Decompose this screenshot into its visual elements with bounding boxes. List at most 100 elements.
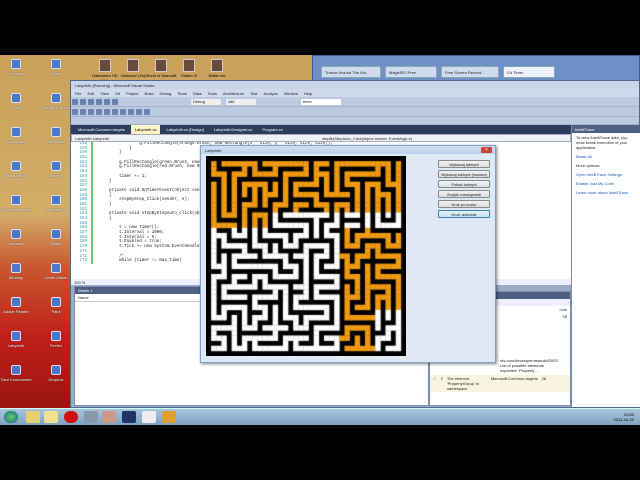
menu-item-test[interactable]: Test [250, 91, 257, 96]
find-input[interactable]: timer [301, 99, 341, 105]
notepad-taskbar-icon[interactable] [142, 411, 156, 423]
step-auto-button[interactable]: Krok: automat [438, 210, 490, 218]
app-icon [11, 331, 21, 341]
app-taskbar-icon[interactable] [102, 411, 116, 423]
tab-common-targets[interactable]: Microsoft.Common.targets [74, 125, 129, 134]
network-taskbar-icon[interactable] [84, 411, 98, 423]
browser-tab[interactable]: Trance Around The Wo... [321, 66, 381, 78]
code-text: } [99, 179, 112, 184]
desktop-icon[interactable]: Paint [38, 297, 74, 314]
intellitrace-title: IntelliTrace [572, 125, 640, 133]
desktop-icon[interactable]: Winamp [0, 263, 34, 280]
desktop-icon[interactable]: Trash [0, 93, 34, 110]
code-text: { [99, 217, 112, 221]
tab-labyrinth-design[interactable]: Labyrinth.cs [Design] [162, 125, 207, 134]
app-icon [11, 263, 21, 273]
labyrinth-form: Labyrinth × Wykonaj labirynt Wykonaj lab… [200, 145, 496, 363]
tab-labyrinth-cs[interactable]: Labyrinth.cs [130, 125, 161, 134]
toolbar-debug [71, 107, 639, 117]
start-button[interactable] [4, 411, 18, 423]
desktop-shortcut[interactable]: Battle.net [200, 59, 234, 78]
form-title: Labyrinth [201, 146, 495, 154]
generate-random-maze-button[interactable]: Wykonaj labirynt (losowo) [438, 170, 490, 178]
platform-select[interactable]: x86 [226, 99, 256, 105]
menu-item-build[interactable]: Build [145, 91, 154, 96]
shortcut-icon [183, 59, 195, 72]
desktop-icon[interactable]: Shockwave [0, 127, 34, 144]
explorer-taskbar-icon[interactable] [26, 411, 40, 423]
vs-taskbar-icon[interactable] [122, 411, 136, 423]
desktop-icon[interactable]: Computer [0, 59, 34, 76]
desktop-icon[interactable]: Firefox [38, 331, 74, 348]
menu-bar: File Edit View Git Project Build Debug Team Data… [71, 89, 639, 97]
menu-item-window[interactable]: Window [284, 91, 298, 96]
member-dropdown[interactable]: stepByStepAuto_Click(object sender, Even… [322, 136, 412, 141]
class-dropdown[interactable]: Labyrinth.Labyrinth [75, 136, 109, 141]
desktop-icon[interactable]: NetBeans [38, 127, 74, 144]
toolbar-process [71, 117, 639, 125]
desktop-icon[interactable]: Adobe Reader [0, 297, 34, 314]
desktop-icon[interactable]: Audacity [0, 229, 34, 246]
code-text: } [99, 202, 112, 207]
tab-labyrinth-designer[interactable]: Labyrinth.Designer.cs [210, 125, 256, 134]
config-select[interactable]: Debug [191, 99, 221, 105]
shortcut-icon [99, 59, 111, 72]
menu-item-data[interactable]: Data [193, 91, 201, 96]
show-maze-button[interactable]: Pokaż labirynt [438, 180, 490, 188]
folder-taskbar-icon[interactable] [44, 411, 58, 423]
document-tabs: Microsoft.Common.targets Labyrinth.cs La… [71, 125, 571, 134]
app-icon [51, 229, 61, 239]
find-solution-button[interactable]: Znajdź rozwiązanie [438, 190, 490, 198]
desktop-icon[interactable]: VLC media player [0, 195, 34, 212]
desktop-icon[interactable]: Notepad++ [38, 195, 74, 212]
browser-tab[interactable]: Free Screen Record... [441, 66, 499, 78]
browser-tab[interactable]: MagicISO Free [385, 66, 437, 78]
app-icon [51, 297, 61, 307]
app-icon [51, 59, 61, 69]
menu-item-edit[interactable]: Edit [87, 91, 94, 96]
app-icon [11, 59, 21, 69]
menu-item-project[interactable]: Project [126, 91, 138, 96]
app-icon [11, 297, 21, 307]
browser-tab-active[interactable]: C# Timer [503, 66, 555, 78]
browser-window: Trance Around The Wo... MagicISO Free Fr… [312, 55, 640, 83]
desktop-icon[interactable]: Visual Studio [0, 161, 34, 178]
error-row[interactable]: ⚠ 2 The element 'PropertyGroup' in names… [430, 375, 570, 392]
close-button[interactable]: × [481, 147, 492, 153]
labyrinth-taskbar-icon[interactable] [162, 411, 176, 423]
taskbar: 23:50 2012-04-22 [0, 408, 640, 425]
menu-item-debug[interactable]: Debug [159, 91, 171, 96]
open-settings-link[interactable]: Open IntelliTrace Settings [572, 170, 640, 179]
app-icon [11, 127, 21, 137]
just-my-code-link[interactable]: Enable Just My Code [572, 179, 640, 188]
desktop-icon[interactable]: Skype [38, 229, 74, 246]
desktop-icon[interactable]: Labyrinth [0, 331, 34, 348]
break-all-link[interactable]: Break All [572, 152, 640, 161]
tab-program-cs[interactable]: Program.cs [258, 125, 286, 134]
menu-item-help[interactable]: Help [304, 91, 312, 96]
menu-item-analyze[interactable]: Analyze [264, 91, 278, 96]
desktop-icon[interactable]: Total Commander [0, 365, 34, 382]
desktop-icon[interactable]: Opera [38, 59, 74, 76]
app-icon [51, 93, 61, 103]
window-title: Labyrinth (Running) - Microsoft Visual S… [71, 81, 639, 89]
desktop-icon[interactable]: Game Maker [38, 263, 74, 280]
opera-taskbar-icon[interactable] [64, 411, 78, 423]
app-icon [51, 365, 61, 375]
app-icon [11, 365, 21, 375]
step-by-step-button[interactable]: Krok po kroku [438, 200, 490, 208]
desktop-icon[interactable]: Google Chrome [38, 93, 74, 110]
menu-item-architecture[interactable]: Architecture [223, 91, 244, 96]
warning-icon: ⚠ [433, 376, 437, 381]
desktop-icon[interactable]: Eclipse [38, 161, 74, 178]
learn-more-link[interactable]: Learn more about IntelliTrace [572, 188, 640, 197]
menu-item-team[interactable]: Team [177, 91, 187, 96]
menu-item-view[interactable]: View [100, 91, 109, 96]
menu-item-file[interactable]: File [75, 91, 81, 96]
clock: 23:50 2012-04-22 [613, 412, 634, 422]
desktop-icon[interactable]: Dropbox [38, 365, 74, 382]
generate-maze-button[interactable]: Wykonaj labirynt [438, 160, 490, 168]
app-icon [51, 127, 61, 137]
menu-item-tools[interactable]: Tools [207, 91, 216, 96]
menu-item-git[interactable]: Git [115, 91, 120, 96]
